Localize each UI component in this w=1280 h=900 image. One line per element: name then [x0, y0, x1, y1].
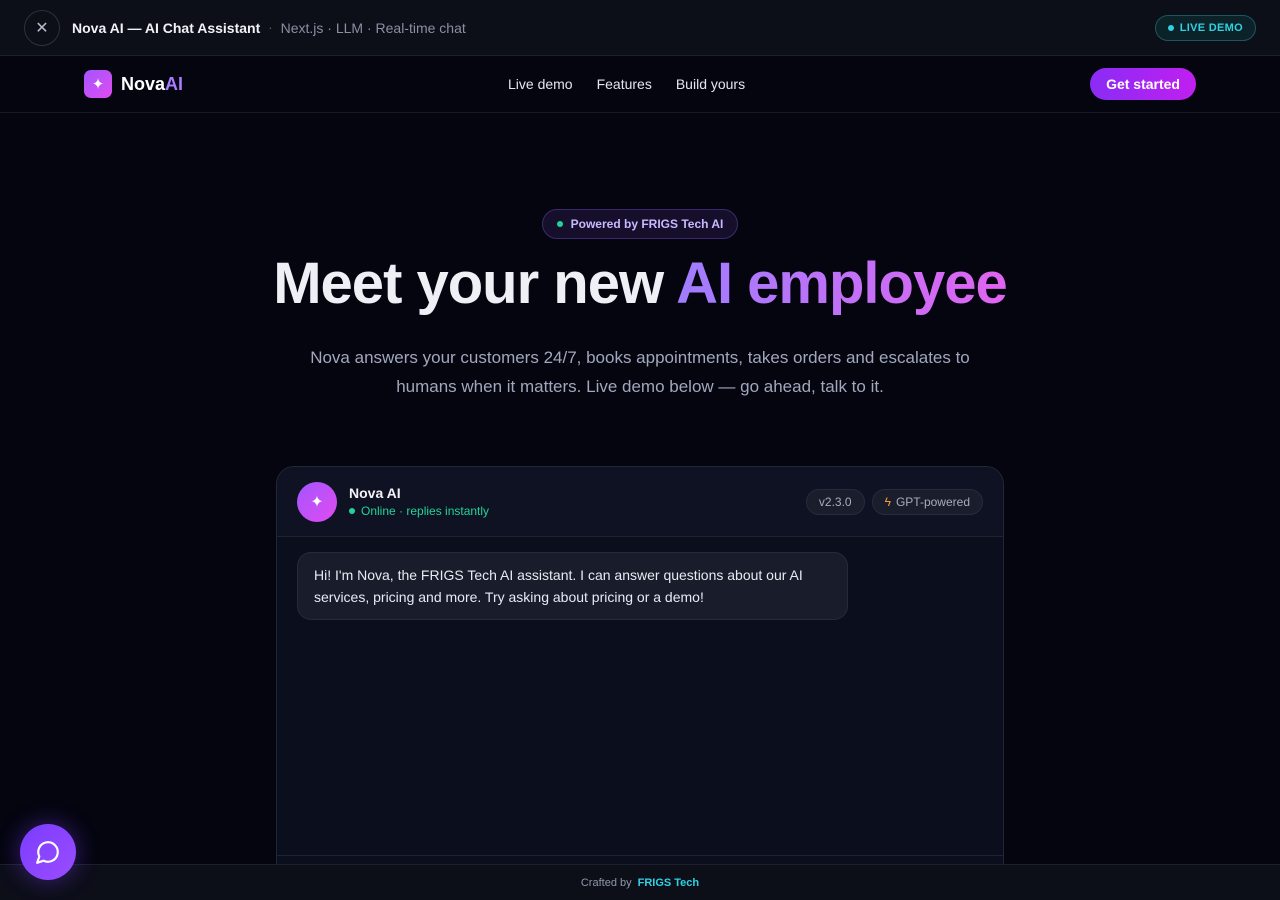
- powered-by-pill: Powered by FRIGS Tech AI: [542, 209, 738, 239]
- demo-title: Nova AI — AI Chat Assistant: [72, 19, 261, 36]
- online-dot-icon: [349, 508, 355, 514]
- chat-panel: ✦ Nova AI Online · replies instantly v2.…: [276, 466, 1004, 886]
- chat-header: ✦ Nova AI Online · replies instantly v2.…: [277, 467, 1003, 537]
- demo-tech-stack: Next.js · LLM · Real-time chat: [280, 19, 466, 36]
- hero-title-plain: Meet your new: [273, 251, 677, 316]
- chat-tags: v2.3.0 ϟ GPT-powered: [805, 488, 983, 515]
- live-dot-icon: [1167, 24, 1174, 31]
- chat-identity: Nova AI Online · replies instantly: [349, 485, 489, 518]
- logo[interactable]: ✦ NovaAI: [84, 70, 183, 98]
- demo-bar: ✕ Nova AI — AI Chat Assistant · Next.js …: [0, 0, 1280, 56]
- logo-text-main: Nova: [121, 73, 166, 94]
- bolt-icon: ϟ: [884, 494, 891, 509]
- main-nav: ✦ NovaAI Live demo Features Build yours …: [0, 56, 1280, 113]
- hero-title: Meet your new AI employee: [0, 250, 1280, 317]
- chat-bot-name: Nova AI: [349, 485, 401, 501]
- demo-separator: ·: [268, 20, 273, 35]
- model-tag-label: GPT-powered: [895, 494, 970, 509]
- sparkle-icon: ✦: [84, 70, 112, 98]
- footer-prefix: Crafted by: [580, 876, 632, 889]
- hero-subtitle: Nova answers your customers 24/7, books …: [310, 348, 970, 396]
- footer-brand-link[interactable]: FRIGS Tech: [638, 877, 700, 889]
- nav-link-live-demo[interactable]: Live demo: [508, 76, 573, 92]
- chat-status: Online · replies instantly: [349, 504, 489, 518]
- pill-dot-icon: [556, 221, 563, 227]
- nav-links: Live demo Features Build yours: [508, 76, 745, 92]
- chat-messages: Hi! I'm Nova, the FRIGS Tech AI assistan…: [277, 537, 1003, 635]
- sparkle-icon: ✦: [297, 481, 337, 522]
- version-tag: v2.3.0: [805, 488, 865, 515]
- close-icon[interactable]: ✕: [24, 9, 60, 46]
- nav-link-build-yours[interactable]: Build yours: [676, 76, 745, 92]
- chat-launcher-button[interactable]: [20, 824, 76, 880]
- pill-label: Powered by FRIGS Tech AI: [570, 217, 724, 231]
- live-demo-badge: LIVE DEMO: [1154, 14, 1256, 41]
- assistant-message: Hi! I'm Nova, the FRIGS Tech AI assistan…: [297, 552, 848, 620]
- chat-bubble-icon: [36, 841, 59, 864]
- logo-text: NovaAI: [121, 74, 183, 95]
- nav-link-features[interactable]: Features: [597, 76, 652, 92]
- footer: Crafted by FRIGS Tech: [0, 864, 1280, 900]
- live-demo-label: LIVE DEMO: [1179, 21, 1243, 34]
- chat-status-text: Online · replies instantly: [361, 504, 490, 518]
- hero-title-accent: AI employee: [676, 251, 1008, 316]
- logo-text-accent: AI: [165, 73, 184, 94]
- get-started-button[interactable]: Get started: [1090, 68, 1196, 100]
- model-tag: ϟ GPT-powered: [871, 488, 983, 515]
